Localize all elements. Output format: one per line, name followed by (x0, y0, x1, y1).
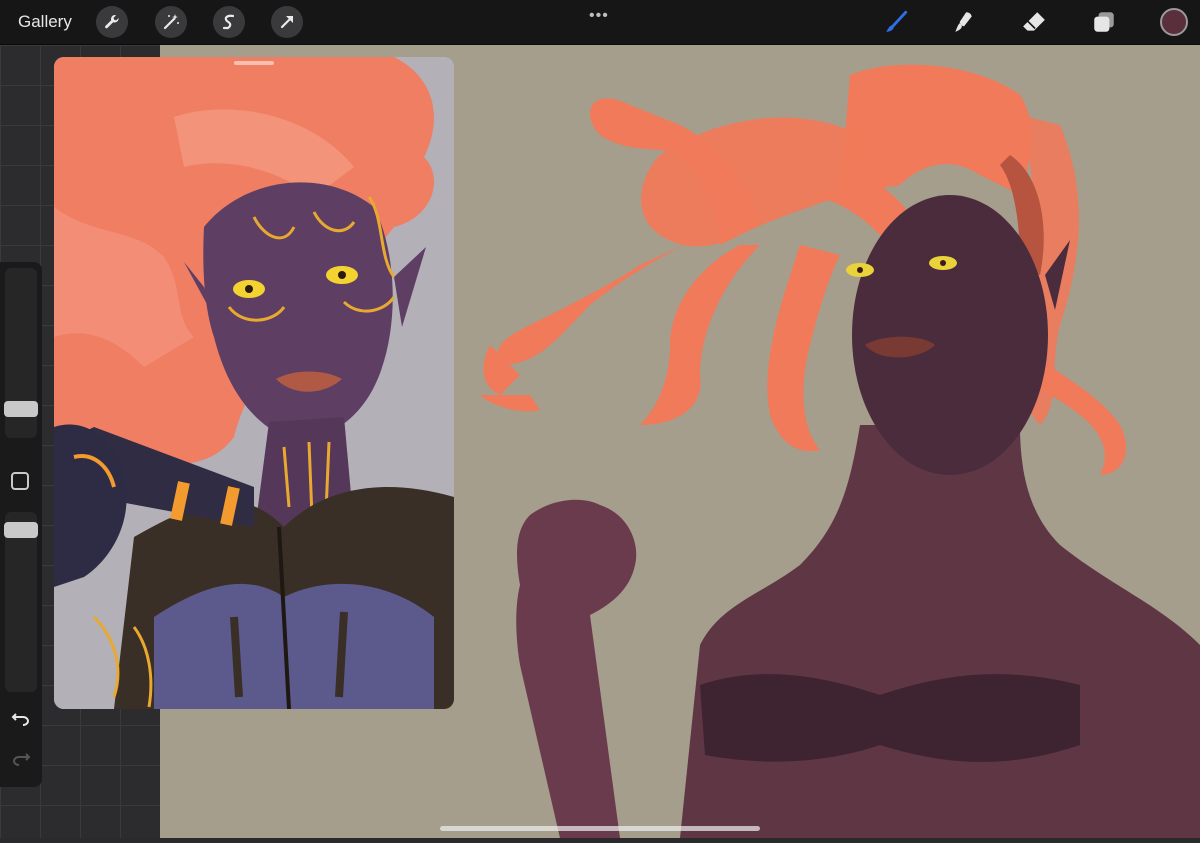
body-painting (680, 425, 1200, 838)
brush-size-thumb[interactable] (4, 401, 38, 417)
color-picker-swatch[interactable] (1160, 8, 1188, 36)
opacity-slider[interactable] (5, 512, 37, 692)
smudge-icon[interactable] (948, 6, 980, 38)
wrench-icon[interactable] (96, 6, 128, 38)
eraser-icon[interactable] (1018, 6, 1050, 38)
top-toolbar: Gallery ••• (0, 0, 1200, 45)
arm-painting (516, 499, 637, 838)
transform-arrow-icon[interactable] (271, 6, 303, 38)
layers-icon[interactable] (1088, 6, 1120, 38)
opacity-thumb[interactable] (4, 522, 38, 538)
reference-illustration (54, 57, 454, 709)
more-options-icon[interactable]: ••• (589, 7, 609, 25)
reference-image-panel[interactable] (54, 57, 454, 709)
modify-button[interactable] (11, 472, 29, 490)
home-indicator (440, 826, 760, 831)
gallery-button[interactable]: Gallery (18, 12, 72, 32)
brush-icon[interactable] (880, 6, 912, 38)
reference-shirt (154, 583, 434, 709)
head-painting (852, 195, 1048, 475)
left-sidebar (0, 262, 42, 787)
selection-icon[interactable] (213, 6, 245, 38)
redo-icon[interactable] (10, 748, 32, 770)
undo-icon[interactable] (10, 708, 32, 730)
reference-drag-handle[interactable] (234, 61, 274, 65)
magic-wand-icon[interactable] (155, 6, 187, 38)
